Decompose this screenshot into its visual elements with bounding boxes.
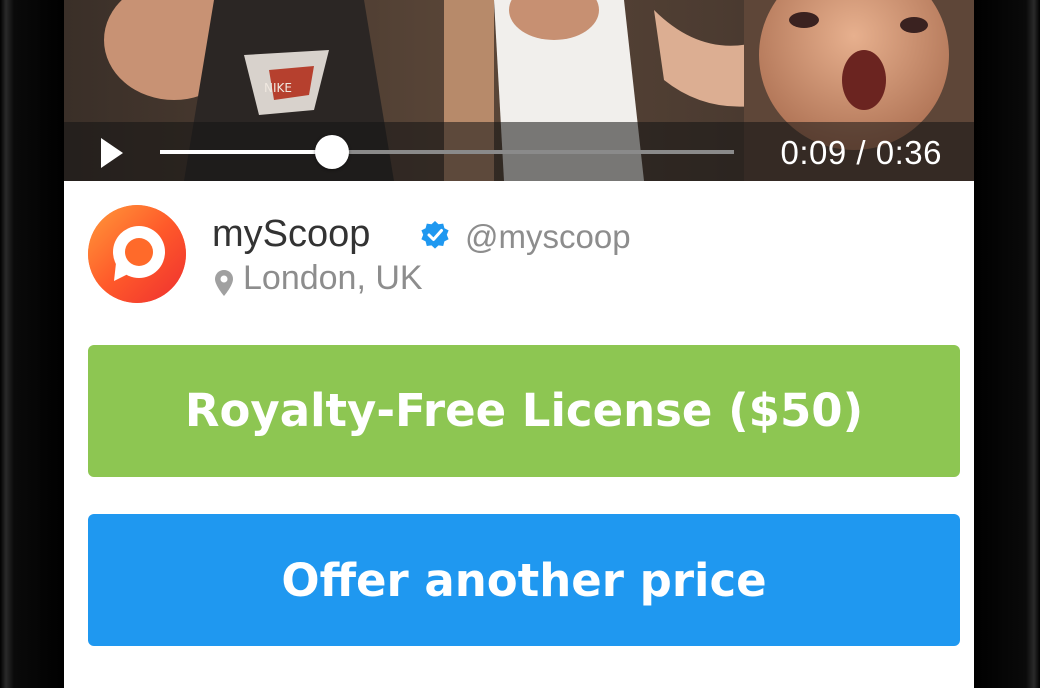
video-controls-bar: 0:09 / 0:36: [64, 122, 974, 181]
phone-bezel-left: [0, 0, 64, 688]
svg-text:NIKE: NIKE: [264, 81, 292, 95]
location-text: London, UK: [243, 259, 423, 297]
video-scrubber[interactable]: [160, 135, 734, 169]
scrubber-progress: [160, 150, 333, 154]
video-player[interactable]: NIKE 0:09 / 0:36: [64, 0, 974, 181]
verified-badge-icon: [421, 221, 449, 249]
video-time-readout: 0:09 / 0:36: [780, 134, 942, 171]
avatar[interactable]: [88, 205, 186, 303]
app-screen: NIKE 0:09 / 0:36 myScoop @myscoop London…: [64, 0, 974, 688]
scrubber-handle[interactable]: [315, 135, 350, 169]
offer-another-price-button[interactable]: Offer another price: [88, 514, 960, 646]
myscoop-logo-icon: [88, 205, 186, 303]
user-handle[interactable]: @myscoop: [465, 214, 631, 260]
play-icon[interactable]: [98, 136, 126, 170]
phone-bezel-right: [974, 0, 1040, 688]
royalty-free-license-button[interactable]: Royalty-Free License ($50): [88, 345, 960, 477]
profile-header: myScoop @myscoop London, UK: [88, 205, 948, 305]
phone-frame: NIKE 0:09 / 0:36 myScoop @myscoop London…: [0, 0, 1040, 688]
location-pin-icon: [215, 270, 233, 296]
user-name[interactable]: myScoop: [212, 211, 370, 257]
